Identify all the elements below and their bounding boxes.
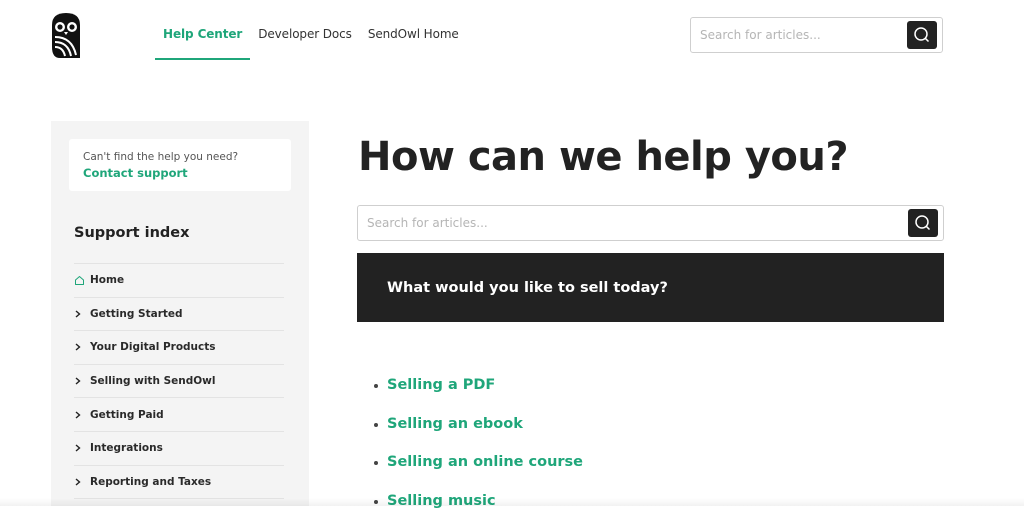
list-item: Selling a PDF [374,366,583,405]
banner-heading: What would you like to sell today? [387,279,668,296]
sidebar-item-getting-started[interactable]: Getting Started [74,298,284,332]
link-selling-an-ebook[interactable]: Selling an ebook [387,416,523,432]
sell-today-banner: What would you like to sell today? [357,253,944,322]
list-item: Selling an ebook [374,405,583,444]
sidebar-item-label: Getting Paid [90,408,164,421]
main-search-button[interactable] [908,209,938,237]
sidebar-item-your-digital-products[interactable]: Your Digital Products [74,331,284,365]
bottom-fade [0,498,1024,506]
header-search-button[interactable] [907,21,937,49]
main-nav: Help Center Developer Docs SendOwl Home [155,0,467,60]
support-index-list: Home Getting Started Your Digital Produc… [74,263,284,500]
search-icon [914,27,930,43]
header-search-input[interactable] [691,28,907,42]
header-search [690,17,943,53]
link-selling-a-pdf[interactable]: Selling a PDF [387,377,495,393]
bullet-icon [374,384,378,389]
help-card: Can't find the help you need? Contact su… [69,139,291,191]
main-search [357,205,944,241]
sidebar: Can't find the help you need? Contact su… [51,121,309,506]
nav-sendowl-home[interactable]: SendOwl Home [360,0,467,60]
sidebar-item-getting-paid[interactable]: Getting Paid [74,398,284,432]
home-icon [74,275,90,286]
owl-logo-icon [52,13,80,58]
sidebar-item-label: Your Digital Products [90,341,216,354]
chevron-right-icon [74,310,90,318]
top-navigation-bar: Help Center Developer Docs SendOwl Home [0,0,1024,70]
nav-developer-docs[interactable]: Developer Docs [250,0,360,60]
link-selling-an-online-course[interactable]: Selling an online course [387,454,583,470]
sidebar-item-label: Integrations [90,442,163,455]
bullet-icon [374,422,378,427]
sidebar-item-label: Home [90,274,125,287]
help-question: Can't find the help you need? [83,151,239,163]
chevron-right-icon [74,411,90,419]
bullet-icon [374,461,378,466]
chevron-right-icon [74,444,90,452]
sidebar-item-reporting-and-taxes[interactable]: Reporting and Taxes [74,466,284,500]
search-icon [915,215,931,231]
nav-help-center[interactable]: Help Center [155,0,251,60]
chevron-right-icon [74,478,90,486]
page-title: How can we help you? [358,134,849,180]
sidebar-item-label: Selling with SendOwl [90,375,216,388]
sidebar-item-selling-with-sendowl[interactable]: Selling with SendOwl [74,365,284,399]
list-item: Selling an online course [374,443,583,482]
chevron-right-icon [74,343,90,352]
support-index-title: Support index [74,225,190,241]
sendowl-logo[interactable] [50,11,82,59]
sidebar-item-home[interactable]: Home [74,264,284,298]
contact-support-link[interactable]: Contact support [83,164,277,182]
sidebar-item-integrations[interactable]: Integrations [74,432,284,466]
sidebar-item-label: Getting Started [90,307,183,320]
chevron-right-icon [74,377,90,385]
main-search-input[interactable] [358,216,908,230]
selling-guides-list: Selling a PDF Selling an ebook Selling a… [374,366,583,520]
sidebar-item-label: Reporting and Taxes [90,475,212,488]
